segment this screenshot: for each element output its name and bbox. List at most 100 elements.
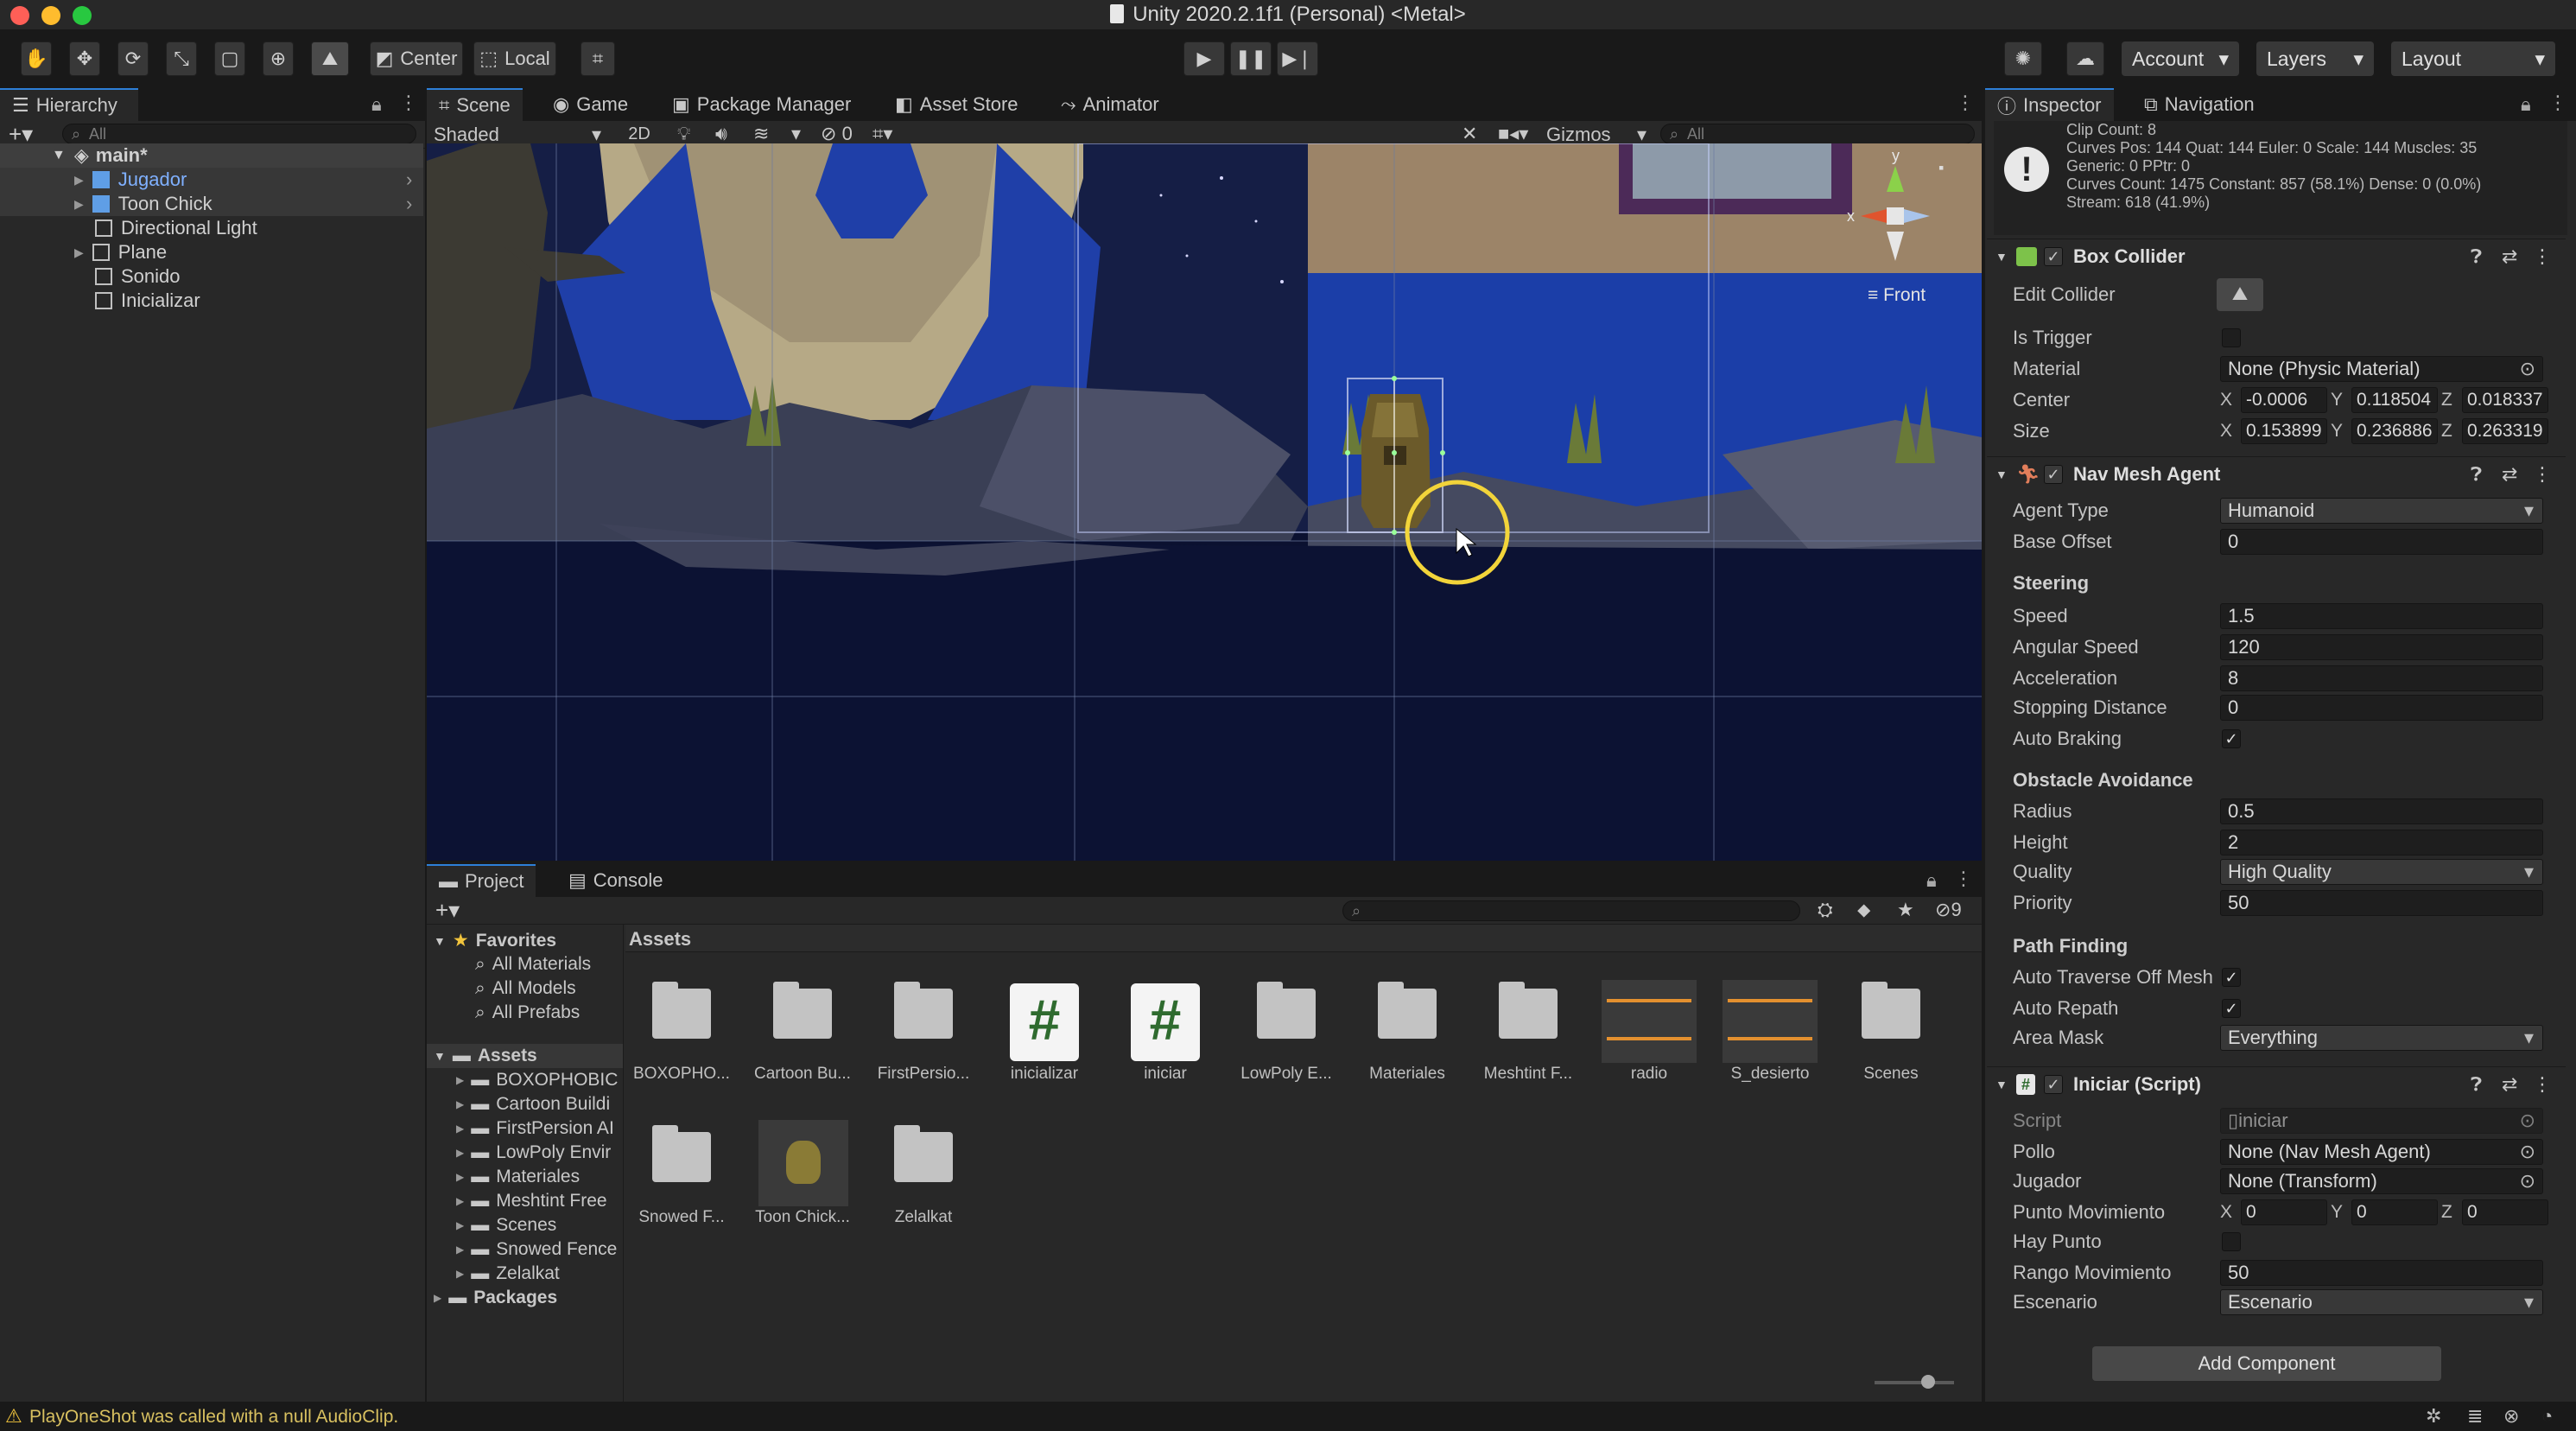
audio-toggle-icon[interactable]: 🔊︎ bbox=[715, 123, 727, 145]
component-enabled-checkbox[interactable]: ✓ bbox=[2044, 246, 2063, 266]
assets-root-folder[interactable]: ▼ ▬ Assets bbox=[427, 1044, 623, 1068]
scene-search-input[interactable]: ⌕ All bbox=[1660, 124, 1975, 144]
tab-console[interactable]: ▤ Console bbox=[556, 864, 676, 897]
asset-folder-zelalkat[interactable]: Zelalkat bbox=[867, 1118, 980, 1248]
2d-toggle[interactable]: 2D bbox=[622, 124, 657, 145]
punto-x-field[interactable]: 0 bbox=[2241, 1199, 2327, 1225]
is-trigger-checkbox[interactable] bbox=[2222, 328, 2241, 347]
pivot-center-button[interactable]: ◩ Center bbox=[370, 41, 463, 76]
jugador-field[interactable]: None (Transform) bbox=[2220, 1168, 2543, 1194]
folder-scenes[interactable]: ▶ ▬ Scenes bbox=[456, 1215, 556, 1236]
help-icon[interactable]: ❓︎ bbox=[2471, 1073, 2482, 1096]
cloud-button[interactable]: ☁ bbox=[2066, 41, 2104, 76]
favorite-all-models[interactable]: ⌕ All Models bbox=[475, 978, 576, 999]
layers-icon[interactable]: ≣ bbox=[2467, 1405, 2483, 1428]
tab-scene[interactable]: ⌗ Scene bbox=[427, 88, 523, 121]
asset-folder-lowpoly[interactable]: LowPoly E... bbox=[1230, 975, 1342, 1104]
tab-animator[interactable]: ⤳ Animator bbox=[1049, 88, 1171, 121]
area-mask-dropdown[interactable]: Everything bbox=[2220, 1025, 2543, 1051]
play-button[interactable]: ▶ bbox=[1183, 41, 1225, 76]
orientation-gizmo[interactable]: y x ▪ bbox=[1843, 147, 1956, 278]
tab-inspector[interactable]: ⓘ Inspector bbox=[1985, 88, 2114, 121]
priority-field[interactable]: 50 bbox=[2220, 890, 2543, 916]
scale-tool-button[interactable]: ⤡ bbox=[166, 41, 197, 76]
search-by-label-icon[interactable]: ⬥ bbox=[1857, 899, 1870, 921]
tab-hierarchy[interactable]: ☰ Hierarchy bbox=[0, 88, 138, 121]
edit-collider-button[interactable]: ⛰ bbox=[2217, 278, 2263, 311]
asset-folder-firstpersion[interactable]: FirstPersio... bbox=[867, 975, 980, 1104]
slider-handle[interactable] bbox=[1921, 1375, 1935, 1389]
asset-folder-meshtint[interactable]: Meshtint F... bbox=[1472, 975, 1584, 1104]
asset-script-inicializar[interactable]: # inicializar bbox=[988, 975, 1101, 1104]
size-z-field[interactable]: 0.263319 bbox=[2462, 418, 2548, 444]
folder-materiales[interactable]: ▶ ▬ Materiales bbox=[456, 1167, 580, 1187]
more-menu-icon[interactable]: ⋮ bbox=[399, 92, 418, 114]
lighting-toggle-icon[interactable]: 💡︎ bbox=[677, 123, 690, 145]
add-component-button[interactable]: Add Component bbox=[2092, 1346, 2441, 1381]
component-enabled-checkbox[interactable]: ✓ bbox=[2044, 1074, 2063, 1094]
angular-speed-field[interactable]: 120 bbox=[2220, 634, 2543, 660]
tab-asset-store[interactable]: ◧ Asset Store bbox=[883, 88, 1031, 121]
grid-snap-button[interactable]: ⌗ bbox=[581, 41, 615, 76]
stopping-distance-field[interactable]: 0 bbox=[2220, 695, 2543, 721]
asset-folder-snowed-fence[interactable]: Snowed F... bbox=[625, 1118, 738, 1248]
component-menu-icon[interactable]: ⋮ bbox=[2533, 463, 2552, 486]
preset-icon[interactable]: ⇄ bbox=[2502, 245, 2517, 268]
hierarchy-item-plane[interactable]: ▶ Plane bbox=[0, 240, 423, 264]
hay-punto-checkbox[interactable] bbox=[2222, 1232, 2241, 1251]
favorite-all-materials[interactable]: ⌕ All Materials bbox=[475, 954, 591, 975]
rect-tool-button[interactable]: ▢ bbox=[214, 41, 245, 76]
transform-tool-button[interactable]: ⊕ bbox=[263, 41, 294, 76]
lock-icon[interactable]: 🔒︎ bbox=[371, 93, 382, 116]
punto-z-field[interactable]: 0 bbox=[2462, 1199, 2548, 1225]
chevron-down-icon[interactable]: ▾ bbox=[791, 123, 801, 145]
tools-icon[interactable]: ✕ bbox=[1462, 123, 1477, 145]
tab-package-manager[interactable]: ▣ Package Manager bbox=[660, 88, 863, 121]
tab-project[interactable]: ▬ Project bbox=[427, 864, 536, 897]
folder-firstpersion-ai[interactable]: ▶ ▬ FirstPersion AI bbox=[456, 1118, 614, 1139]
asset-audio-s-desierto[interactable]: S_desierto bbox=[1714, 975, 1826, 1104]
folder-lowpoly-environment[interactable]: ▶ ▬ LowPoly Envir bbox=[456, 1142, 611, 1163]
hidden-packages-toggle[interactable]: ⊘9 bbox=[1935, 899, 1962, 921]
pause-button[interactable]: ❚❚ bbox=[1230, 41, 1272, 76]
folder-meshtint-free[interactable]: ▶ ▬ Meshtint Free bbox=[456, 1191, 607, 1212]
help-icon[interactable]: ❓︎ bbox=[2471, 245, 2482, 268]
preset-icon[interactable]: ⇄ bbox=[2502, 1073, 2517, 1096]
help-icon[interactable]: ❓︎ bbox=[2471, 463, 2482, 486]
base-offset-field[interactable]: 0 bbox=[2220, 529, 2543, 555]
lock-icon[interactable]: ▪ bbox=[1938, 159, 1944, 177]
move-tool-button[interactable]: ✥ bbox=[69, 41, 100, 76]
rango-movimiento-field[interactable]: 50 bbox=[2220, 1260, 2543, 1286]
hierarchy-item-directional-light[interactable]: Directional Light bbox=[0, 216, 423, 240]
escenario-dropdown[interactable]: Escenario bbox=[2220, 1289, 2543, 1315]
lock-icon[interactable]: 🔒︎ bbox=[2521, 93, 2531, 116]
auto-braking-checkbox[interactable]: ✓ bbox=[2222, 729, 2241, 748]
favorite-all-prefabs[interactable]: ⌕ All Prefabs bbox=[475, 1002, 580, 1023]
scene-viewport[interactable]: y x ▪ ≡ Front bbox=[427, 143, 1982, 861]
more-menu-icon[interactable]: ⋮ bbox=[1956, 92, 1975, 114]
asset-folder-scenes[interactable]: Scenes bbox=[1835, 975, 1947, 1104]
folder-boxophobic[interactable]: ▶ ▬ BOXOPHOBIC bbox=[456, 1070, 618, 1091]
nav-mesh-agent-header[interactable]: ▼ 🏃︎ ✓ Nav Mesh Agent ❓︎ ⇄ ⋮ bbox=[1987, 456, 2566, 491]
account-dropdown[interactable]: Account ▾ bbox=[2122, 41, 2239, 76]
project-search-input[interactable]: ⌕ bbox=[1342, 900, 1800, 921]
services-button[interactable]: ✺ bbox=[2004, 41, 2042, 76]
asset-folder-materiales[interactable]: Materiales bbox=[1351, 975, 1463, 1104]
iniciar-script-header[interactable]: ▼ # ✓ Iniciar (Script) ❓︎ ⇄ ⋮ bbox=[1987, 1066, 2566, 1101]
tab-game[interactable]: ◉ Game bbox=[541, 88, 640, 121]
asset-audio-radio[interactable]: radio bbox=[1593, 975, 1705, 1104]
asset-script-iniciar[interactable]: # iniciar bbox=[1109, 975, 1221, 1104]
size-y-field[interactable]: 0.236886 bbox=[2351, 418, 2438, 444]
hidden-objects-toggle[interactable]: ⊘ 0 bbox=[821, 123, 853, 145]
acceleration-field[interactable]: 8 bbox=[2220, 665, 2543, 691]
tab-navigation[interactable]: ⧉ Navigation bbox=[2132, 88, 2267, 121]
progress-icon[interactable]: ◔ bbox=[2541, 1405, 2553, 1428]
packages-folder[interactable]: ▶ ▬ Packages bbox=[434, 1288, 557, 1308]
component-menu-icon[interactable]: ⋮ bbox=[2533, 1073, 2552, 1096]
material-field[interactable]: None (Physic Material) bbox=[2220, 356, 2543, 382]
bug-icon[interactable]: ✲ bbox=[2426, 1405, 2441, 1428]
center-y-field[interactable]: 0.118504 bbox=[2351, 387, 2438, 413]
asset-model-toon-chick[interactable]: Toon Chick... bbox=[746, 1118, 859, 1248]
component-enabled-checkbox[interactable]: ✓ bbox=[2044, 464, 2063, 484]
quality-dropdown[interactable]: High Quality bbox=[2220, 859, 2543, 885]
